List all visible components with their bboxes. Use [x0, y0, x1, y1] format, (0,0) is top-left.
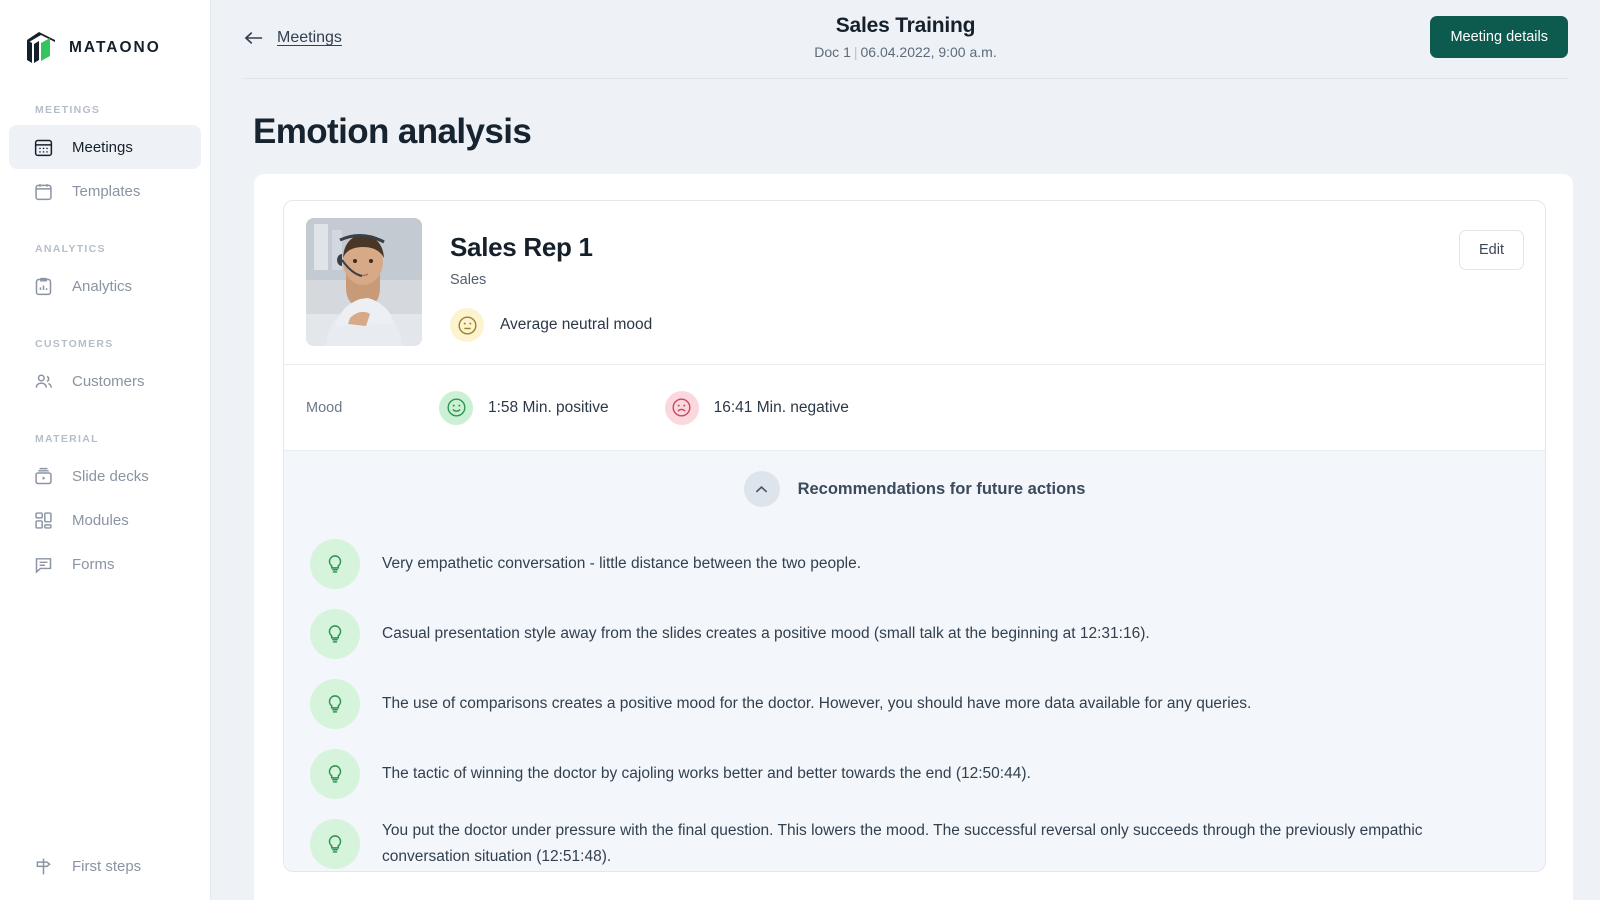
sidebar-bottom-nav: First steps Settings [0, 844, 210, 900]
lightbulb-icon [310, 819, 360, 869]
rep-name: Sales Rep 1 [450, 232, 593, 262]
mood-stat-positive-label: 1:58 Min. positive [488, 398, 609, 416]
recommendation-text: Casual presentation style away from the … [382, 624, 1150, 642]
users-icon [35, 373, 52, 388]
mood-stat-negative: 16:41 Min. negative [664, 390, 849, 425]
sidebar-item-label: First steps [72, 857, 142, 875]
sidebar-item-templates[interactable]: Templates [9, 169, 201, 213]
sidebar-item-meetings[interactable]: Meetings [9, 125, 201, 169]
sidebar-section-analytics: ANALYTICS [35, 243, 106, 255]
mood-stat-negative-label: 16:41 Min. negative [713, 398, 849, 416]
sidebar-item-customers[interactable]: Customers [9, 359, 201, 403]
topbar: Meetings Sales Training Doc 1 | 06.04.2022… [243, 0, 1568, 79]
list-item: The use of comparisons creates a positiv… [284, 669, 1545, 739]
calendar-blank-icon [35, 183, 52, 200]
mood-summary-row: Mood 1:58 Min. positive 16:41 Min. negat… [284, 365, 1545, 450]
sidebar-item-first-steps[interactable]: First steps [9, 844, 201, 888]
lightbulb-icon [310, 609, 360, 659]
recommendations-title: Recommendations for future actions [797, 479, 1086, 498]
avatar [306, 218, 422, 346]
mood-stat-positive: 1:58 Min. positive [439, 390, 609, 425]
average-mood: Average neutral mood [450, 308, 652, 342]
rep-info: Sales Rep 1 Sales Average neutral mood [422, 218, 652, 346]
average-mood-label: Average neutral mood [500, 316, 653, 333]
document-meta-doc: Doc 1 [814, 44, 851, 60]
app-root: MATAONO MEETINGS Meetings Templates ANAL… [0, 0, 1600, 900]
cube-logo-icon [27, 32, 55, 63]
chevron-up-icon [755, 485, 768, 492]
recommendation-text: You put the doctor under pressure with t… [382, 821, 1423, 865]
signpost-icon [36, 858, 51, 874]
recommendation-text: Very empathetic conversation - little di… [382, 554, 862, 572]
main-content: Meetings Sales Training Doc 1 | 06.04.2022… [211, 0, 1600, 900]
smiley-negative-icon [664, 390, 699, 425]
recommendation-text: The tactic of winning the doctor by cajo… [382, 764, 1031, 782]
sidebar-item-forms[interactable]: Forms [9, 542, 201, 586]
document-title: Sales Training [835, 14, 976, 37]
sidebar-item-slide-decks[interactable]: Slide decks [9, 454, 201, 498]
sidebar-item-modules[interactable]: Modules [9, 498, 201, 542]
document-meta: Doc 1 | 06.04.2022, 9:00 a.m. [243, 44, 1568, 60]
lightbulb-icon [310, 539, 360, 589]
sidebar-item-settings[interactable]: Settings [9, 888, 201, 900]
recommendations-section: Recommendations for future actions Very … [284, 450, 1545, 871]
rep-role: Sales [450, 272, 487, 288]
brand-logo[interactable]: MATAONO [0, 0, 210, 66]
lightbulb-icon [310, 749, 360, 799]
slides-play-icon [35, 467, 52, 484]
sidebar-item-label: Forms [72, 555, 115, 573]
sidebar-section-material: MATERIAL [35, 433, 99, 445]
sidebar-nav: MEETINGS Meetings Templates ANALYTICS An… [0, 104, 210, 586]
sidebar-item-label: Meetings [72, 138, 133, 156]
document-title-block: Sales Training Doc 1 | 06.04.2022, 9:00 a.… [243, 14, 1568, 60]
page-title: Emotion analysis [253, 112, 532, 151]
emotion-analysis-panel: Sales Rep 1 Sales Average neutral mood E… [254, 174, 1573, 900]
sidebar-item-label: Customers [72, 372, 145, 390]
modules-grid-icon [35, 511, 52, 529]
sidebar-item-analytics[interactable]: Analytics [9, 264, 201, 308]
mood-row-label: Mood [306, 399, 343, 416]
document-meta-date: 06.04.2022, 9:00 a.m. [860, 44, 997, 60]
sidebar-section-meetings: MEETINGS [35, 104, 101, 116]
document-meta-separator: | [853, 44, 858, 60]
sidebar-item-label: Templates [72, 182, 141, 200]
sidebar-item-label: Modules [72, 511, 129, 529]
form-message-icon [35, 557, 52, 574]
recommendations-list: Very empathetic conversation - little di… [284, 529, 1545, 871]
edit-button[interactable]: Edit [1459, 230, 1524, 270]
list-item: The tactic of winning the doctor by cajo… [284, 739, 1545, 809]
neutral-face-icon [450, 308, 484, 342]
smiley-positive-icon [439, 390, 473, 425]
meeting-details-button[interactable]: Meeting details [1430, 16, 1568, 58]
calendar-grid-icon [34, 139, 53, 156]
card-header: Sales Rep 1 Sales Average neutral mood E… [284, 201, 1545, 346]
recommendations-toggle-button[interactable] [743, 471, 780, 507]
sales-rep-emotion-card: Sales Rep 1 Sales Average neutral mood E… [283, 200, 1546, 872]
sidebar-section-customers: CUSTOMERS [35, 338, 114, 350]
list-item: Casual presentation style away from the … [284, 599, 1545, 669]
lightbulb-icon [310, 679, 360, 729]
list-item: You put the doctor under pressure with t… [284, 809, 1545, 871]
list-item: Very empathetic conversation - little di… [284, 529, 1545, 599]
sidebar-item-label: Analytics [72, 277, 133, 295]
sidebar-item-label: Slide decks [72, 467, 149, 485]
sidebar: MATAONO MEETINGS Meetings Templates ANAL… [0, 0, 211, 900]
clipboard-chart-icon [35, 277, 52, 295]
recommendation-text: The use of comparisons creates a positiv… [382, 694, 1252, 712]
recommendations-header: Recommendations for future actions [284, 471, 1545, 507]
brand-name: MATAONO [69, 39, 161, 56]
sales-rep-photo [306, 218, 422, 346]
